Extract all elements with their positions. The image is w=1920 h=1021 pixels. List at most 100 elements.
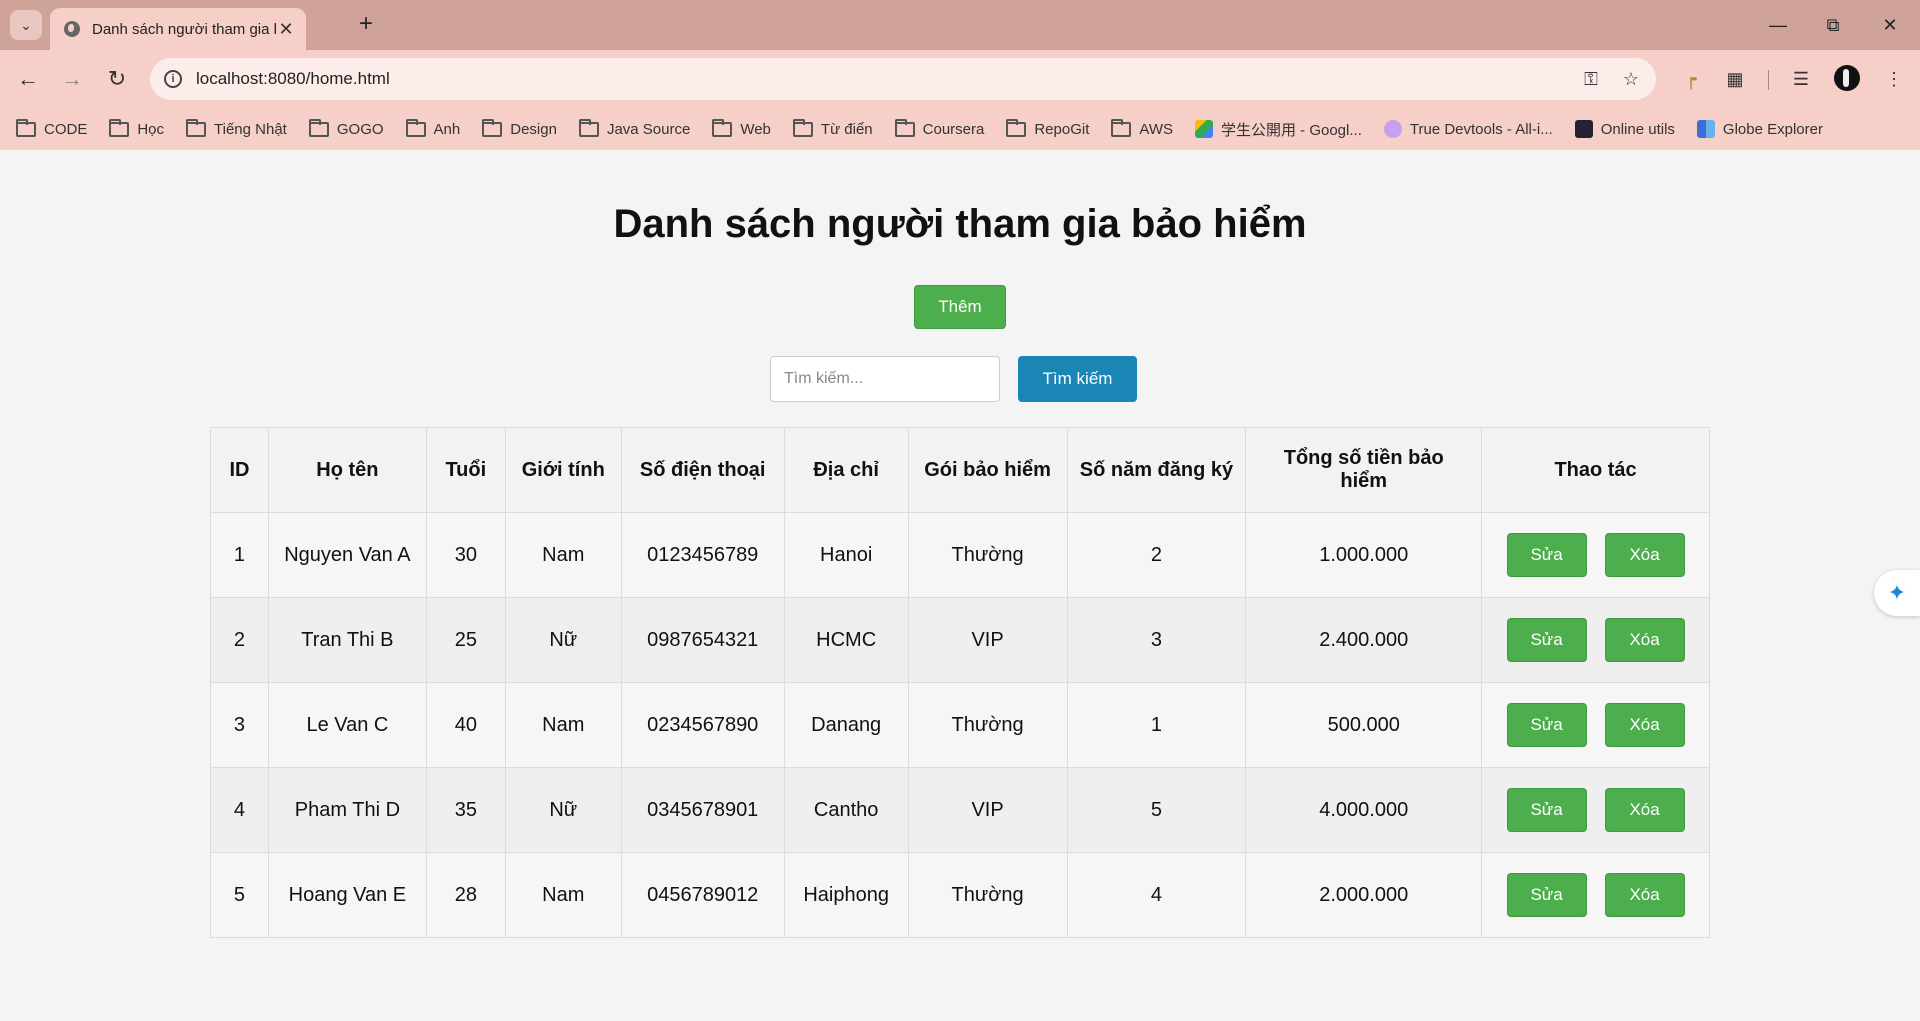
edit-button[interactable]: Sửa [1506,618,1587,662]
media-queue-icon[interactable]: ☰ [1787,65,1815,93]
bookmark-folder[interactable]: Anh [405,118,460,138]
add-button[interactable]: Thêm [914,285,1006,329]
delete-button[interactable]: Xóa [1604,533,1685,577]
cell-gender: Nữ [504,767,622,853]
address-bar[interactable]: i localhost:8080/home.html ⚿ ☆ [150,58,1656,100]
cell-id: 2 [210,597,269,683]
back-button[interactable]: ← [12,63,44,95]
extension-icon[interactable]: ┍ [1677,65,1705,93]
cell-years: 4 [1066,852,1247,938]
cell-total: 2.400.000 [1245,597,1483,683]
cell-id: 4 [210,767,269,853]
cell-gender: Nam [504,682,622,768]
cell-years: 1 [1066,682,1247,768]
cell-address: HCMC [783,597,909,683]
folder-icon [1111,118,1132,137]
folder-icon [712,118,733,137]
delete-button[interactable]: Xóa [1604,788,1685,832]
page-title: Danh sách người tham gia bảo hiểm [613,202,1307,246]
folder-icon [792,118,813,137]
cell-name: Tran Thi B [267,597,427,683]
cell-package: VIP [907,767,1068,853]
search-button[interactable]: Tìm kiếm [1018,356,1137,402]
bookmark-folder[interactable]: Web [712,118,771,138]
puzzle-icon[interactable]: ▦ [1721,65,1749,93]
delete-button[interactable]: Xóa [1604,873,1685,917]
bookmark-folder[interactable]: Tiếng Nhật [186,118,287,138]
bookmark-folder[interactable]: CODE [16,118,87,138]
globe-explorer-icon [1696,120,1715,138]
cell-actions: Sửa Xóa [1481,767,1710,853]
cell-address: Hanoi [783,512,909,598]
tab-title: Danh sách người tham gia bảo [92,20,276,38]
star-icon[interactable]: ☆ [1616,69,1646,90]
cell-age: 35 [425,767,506,853]
bookmark-folder[interactable]: Java Source [578,118,690,138]
tab-search-button[interactable]: ⌄ [10,10,42,40]
chevron-down-icon: ⌄ [20,16,32,33]
folder-icon [578,118,599,137]
table-row: 3 Le Van C 40 Nam 0234567890 Danang Thườ… [210,682,1710,768]
new-tab-button[interactable]: + [352,11,380,39]
cell-package: Thường [907,512,1068,598]
bookmark-folder[interactable]: Từ điển [792,118,873,138]
restore-button[interactable]: ⧉ [1813,10,1853,40]
url-text[interactable]: localhost:8080/home.html [196,69,1576,89]
column-header: Địa chỉ [783,427,909,513]
folder-icon [16,118,36,137]
cell-name: Nguyen Van A [267,512,427,598]
column-header: Số điện thoại [620,427,785,513]
edit-button[interactable]: Sửa [1506,703,1587,747]
search-input[interactable] [770,356,1000,402]
close-window-button[interactable]: ✕ [1870,10,1910,40]
cell-gender: Nam [504,852,622,938]
bookmark-google-drive[interactable]: 学生公開用 - Googl... [1195,119,1362,140]
cell-years: 5 [1066,767,1247,853]
bookmark-folder[interactable]: RepoGit [1006,118,1089,138]
edit-button[interactable]: Sửa [1506,788,1587,832]
bookmark-online-utils[interactable]: Online utils [1574,120,1675,138]
edit-button[interactable]: Sửa [1506,533,1587,577]
insurance-table: ID Họ tên Tuổi Giới tính Số điện thoại Đ… [210,427,1710,938]
devtools-icon [1383,120,1402,138]
table-row: 1 Nguyen Van A 30 Nam 0123456789 Hanoi T… [210,512,1710,598]
bookmark-folder[interactable]: AWS [1111,118,1173,138]
active-tab[interactable]: Danh sách người tham gia bảo ✕ [50,8,306,50]
edit-button[interactable]: Sửa [1506,873,1587,917]
key-icon[interactable]: ⚿ [1576,69,1606,90]
close-tab-icon[interactable]: ✕ [276,19,296,40]
reload-button[interactable]: ↻ [101,63,133,95]
column-header: Số năm đăng ký [1066,427,1247,513]
delete-button[interactable]: Xóa [1604,703,1685,747]
cell-package: Thường [907,852,1068,938]
cell-age: 25 [425,597,506,683]
sparkle-droplet-icon[interactable]: ✦ [1874,570,1920,616]
table-row: 2 Tran Thi B 25 Nữ 0987654321 HCMC VIP 3… [210,597,1710,683]
menu-icon[interactable]: ⋮ [1880,65,1908,93]
site-info-icon[interactable]: i [164,70,182,88]
cell-address: Cantho [783,767,909,853]
bookmark-globe-explorer[interactable]: Globe Explorer [1696,120,1823,138]
bookmark-folder[interactable]: Coursera [894,118,984,138]
delete-button[interactable]: Xóa [1604,618,1685,662]
cell-id: 5 [210,852,269,938]
bookmark-folder[interactable]: Design [482,118,557,138]
cell-total: 4.000.000 [1245,767,1483,853]
folder-icon [308,118,329,137]
cell-address: Danang [783,682,909,768]
column-header: Tuổi [425,427,506,513]
cell-total: 1.000.000 [1245,512,1483,598]
cell-gender: Nữ [504,597,622,683]
cell-years: 2 [1066,512,1247,598]
cell-phone: 0234567890 [620,682,785,768]
table-row: 5 Hoang Van E 28 Nam 0456789012 Haiphong… [210,852,1710,938]
cell-total: 2.000.000 [1245,852,1483,938]
bookmark-folder[interactable]: Học [109,118,164,138]
avatar[interactable] [1834,65,1860,91]
toolbar-divider [1768,70,1769,90]
bookmark-true-devtools[interactable]: True Devtools - All-i... [1383,120,1553,138]
minimize-button[interactable]: — [1758,10,1798,40]
forward-button[interactable]: → [56,63,88,95]
bookmark-folder[interactable]: GOGO [308,118,384,138]
cell-name: Le Van C [267,682,427,768]
